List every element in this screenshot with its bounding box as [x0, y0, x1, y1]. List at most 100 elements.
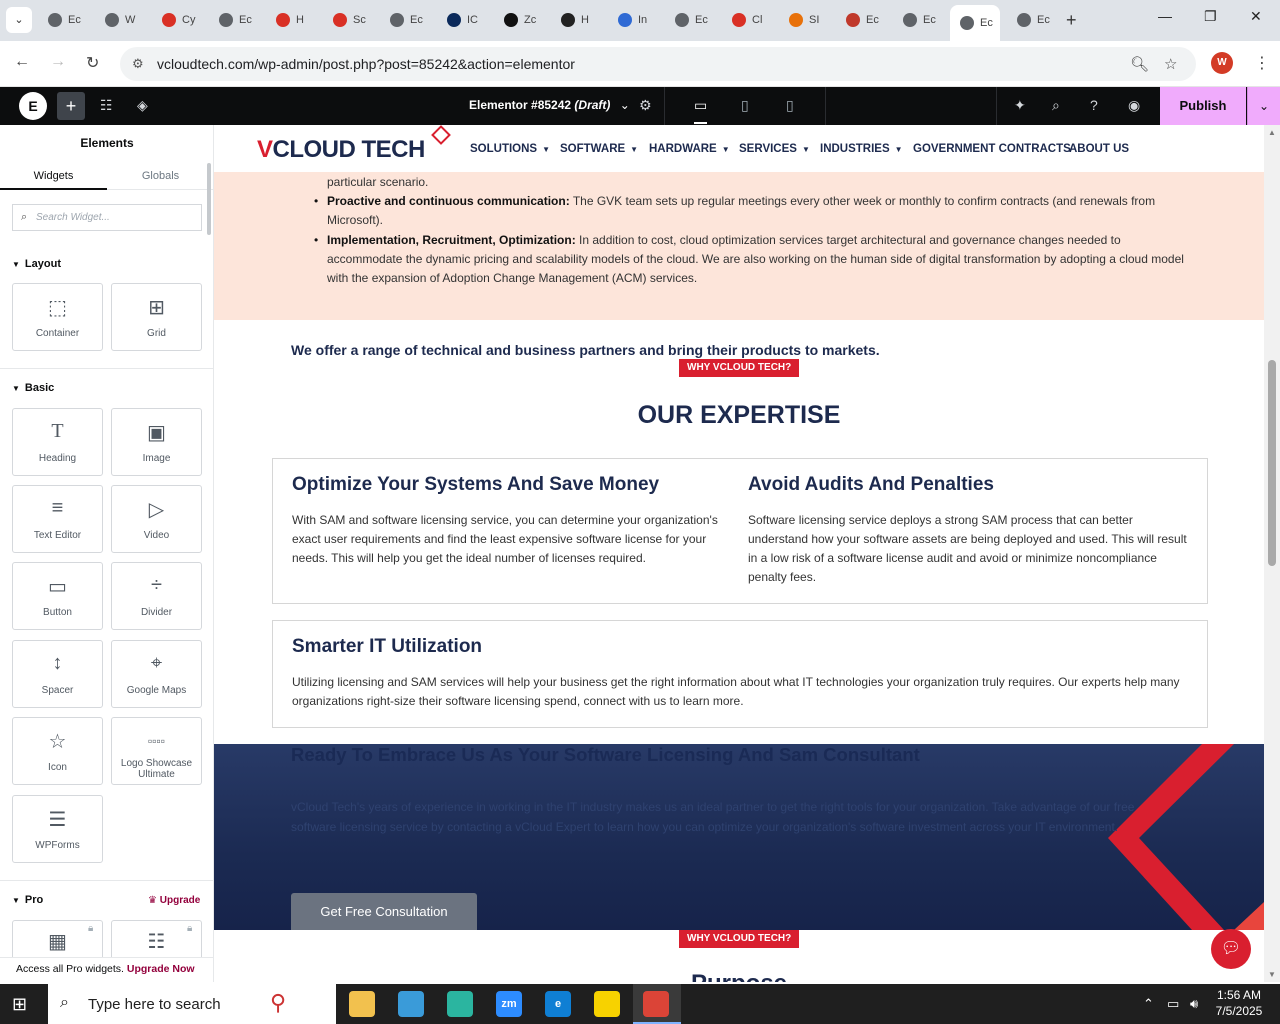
browser-tab[interactable]: Ec: [380, 6, 432, 34]
elementor-logo-icon[interactable]: E: [19, 92, 47, 120]
add-element-button[interactable]: +: [57, 92, 85, 120]
minimize-icon[interactable]: —: [1158, 8, 1172, 24]
windows-start-icon[interactable]: ⊞: [12, 994, 27, 1015]
forward-icon[interactable]: →: [50, 53, 66, 71]
widget-text-editor[interactable]: ≡ Text Editor: [12, 485, 103, 553]
taskbar-app-icon[interactable]: [398, 991, 424, 1017]
browser-tab[interactable]: W: [95, 6, 147, 34]
panel-scrollbar[interactable]: [207, 163, 211, 235]
scroll-up-icon[interactable]: ▲: [1268, 128, 1276, 137]
upgrade-now-link[interactable]: Upgrade Now: [127, 963, 195, 975]
heading-icon: T: [51, 420, 64, 442]
browser-tab[interactable]: Sc: [323, 6, 375, 34]
menu-item[interactable]: HARDWARE ▼: [649, 143, 730, 155]
volume-icon[interactable]: 🔊︎: [1190, 996, 1198, 1012]
browser-tab[interactable]: Zc: [494, 6, 546, 34]
scroll-down-icon[interactable]: ▼: [1268, 970, 1276, 979]
help-icon[interactable]: ?: [1090, 97, 1098, 113]
browser-tab[interactable]: Ec✕: [950, 5, 1000, 41]
browser-tab[interactable]: Ec: [38, 6, 90, 34]
preview-eye-icon[interactable]: ◉: [1128, 97, 1140, 114]
browser-tab[interactable]: Cy: [152, 6, 204, 34]
widget-grid[interactable]: ⊞ Grid: [111, 283, 202, 351]
widget-icon[interactable]: ☆ Icon: [12, 717, 103, 785]
tab-favicon-icon: [219, 13, 233, 27]
url-text[interactable]: vcloudtech.com/wp-admin/post.php?post=85…: [157, 56, 575, 72]
document-title[interactable]: Elementor #85242 (Draft) ⌄: [469, 98, 630, 112]
widget-container[interactable]: ⬚ Container: [12, 283, 103, 351]
browser-tab[interactable]: Ec: [893, 6, 945, 34]
widget-image[interactable]: ▣ Image: [111, 408, 202, 476]
restore-icon[interactable]: ❐: [1204, 8, 1217, 25]
menu-item[interactable]: ABOUT US: [1069, 143, 1129, 155]
browser-tab[interactable]: IC: [437, 6, 489, 34]
chat-icon[interactable]: 💬︎: [1211, 929, 1251, 969]
taskbar-app-icon[interactable]: [594, 991, 620, 1017]
mobile-view-icon[interactable]: ▯: [786, 97, 794, 114]
structure-layers-icon[interactable]: ◈: [137, 97, 148, 114]
widget-google-maps[interactable]: ⌖ Google Maps: [111, 640, 202, 708]
site-logo[interactable]: VCLOUD TECH: [257, 125, 451, 164]
network-icon[interactable]: ▭: [1167, 996, 1179, 1012]
page-scrollbar[interactable]: ▲ ▼: [1264, 125, 1280, 982]
browser-tab[interactable]: Ec: [1007, 6, 1059, 34]
taskbar-app-icon[interactable]: e: [545, 991, 571, 1017]
browser-menu-icon[interactable]: ⋮: [1254, 53, 1270, 73]
get-free-consultation-button[interactable]: Get Free Consultation: [291, 893, 477, 930]
browser-tab[interactable]: H: [266, 6, 318, 34]
taskbar-app-icon[interactable]: [447, 991, 473, 1017]
system-clock[interactable]: 1:56 AM 7/5/2025: [1206, 987, 1272, 1019]
browser-tab[interactable]: Ec: [665, 6, 717, 34]
profile-avatar[interactable]: W: [1211, 52, 1233, 74]
widget-heading[interactable]: T Heading: [12, 408, 103, 476]
menu-item[interactable]: INDUSTRIES ▼: [820, 143, 903, 155]
category-basic[interactable]: ▼ Basic: [12, 382, 54, 394]
scroll-thumb[interactable]: [1268, 360, 1276, 566]
menu-item[interactable]: SERVICES ▼: [739, 143, 810, 155]
desktop-view-icon[interactable]: ▭: [694, 97, 708, 124]
reload-icon[interactable]: ↻: [86, 53, 99, 73]
browser-tab[interactable]: Cl: [722, 6, 774, 34]
new-tab-button[interactable]: +: [1066, 10, 1077, 31]
notes-icon[interactable]: ✦: [1014, 97, 1026, 114]
tab-widgets[interactable]: Widgets: [0, 163, 107, 190]
browser-tab[interactable]: SI: [779, 6, 831, 34]
menu-item[interactable]: SOFTWARE ▼: [560, 143, 638, 155]
widget-search-input[interactable]: ⌕ Search Widget...: [12, 204, 202, 231]
taskbar-app-icon[interactable]: [643, 991, 669, 1017]
menu-item-label: ABOUT US: [1069, 143, 1130, 155]
widget-divider[interactable]: ÷ Divider: [111, 562, 202, 630]
upgrade-link[interactable]: ♛ Upgrade: [148, 895, 200, 906]
widget-button[interactable]: ▭ Button: [12, 562, 103, 630]
widget-spacer[interactable]: ↕ Spacer: [12, 640, 103, 708]
close-window-icon[interactable]: ✕: [1250, 8, 1262, 25]
finder-search-icon[interactable]: ⌕: [1052, 97, 1060, 114]
tab-search-button[interactable]: ⌄: [6, 7, 32, 33]
widget-logo-showcase[interactable]: ▫▫▫▫ Logo Showcase Ultimate: [111, 717, 202, 785]
site-info-icon[interactable]: ⚙: [132, 56, 144, 72]
widget-wpforms[interactable]: ☰ WPForms: [12, 795, 103, 863]
category-layout[interactable]: ▼ Layout: [12, 258, 61, 270]
menu-item[interactable]: SOLUTIONS ▼: [470, 143, 550, 155]
tab-globals[interactable]: Globals: [107, 163, 213, 190]
tablet-view-icon[interactable]: ▯: [741, 97, 749, 114]
publish-options-chevron-icon[interactable]: ⌄: [1247, 87, 1280, 125]
tray-expand-icon[interactable]: ⌃: [1143, 996, 1154, 1012]
category-pro[interactable]: ▼ Pro: [12, 894, 43, 906]
taskbar-app-icon[interactable]: zm: [496, 991, 522, 1017]
browser-tab[interactable]: Ec: [836, 6, 888, 34]
bookmark-star-icon[interactable]: ☆: [1164, 55, 1177, 73]
page-settings-icon[interactable]: ⚙: [639, 97, 652, 114]
taskbar-search[interactable]: ⌕ Type here to search ⚲: [48, 984, 336, 1024]
menu-item[interactable]: GOVERNMENT CONTRACTS: [913, 143, 1071, 155]
zoom-icon[interactable]: 🔍︎: [1130, 55, 1149, 73]
widget-video[interactable]: ▷ Video: [111, 485, 202, 553]
browser-tab[interactable]: Ec: [209, 6, 261, 34]
taskbar-app-icon[interactable]: [349, 991, 375, 1017]
browser-tab[interactable]: In: [608, 6, 660, 34]
site-settings-icon[interactable]: ☷: [100, 97, 113, 114]
browser-tab[interactable]: H: [551, 6, 603, 34]
omnibox[interactable]: ⚙ vcloudtech.com/wp-admin/post.php?post=…: [120, 47, 1196, 81]
back-icon[interactable]: ←: [14, 53, 30, 71]
publish-button[interactable]: Publish: [1160, 87, 1246, 125]
